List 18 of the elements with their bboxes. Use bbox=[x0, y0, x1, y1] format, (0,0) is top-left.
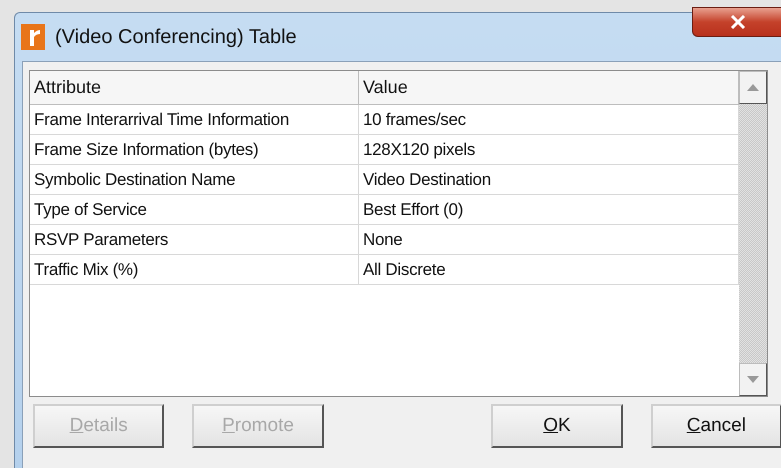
dialog-button[interactable]: OK bbox=[491, 404, 623, 448]
scrollbar[interactable] bbox=[739, 71, 767, 396]
window-title: (Video Conferencing) Table bbox=[55, 26, 297, 48]
attribute-cell: Frame Interarrival Time Information bbox=[30, 105, 359, 134]
up-arrow-icon bbox=[747, 84, 759, 91]
attribute-cell: Type of Service bbox=[30, 195, 359, 224]
attribute-cell: Traffic Mix (%) bbox=[30, 255, 359, 284]
scroll-down-button[interactable] bbox=[739, 363, 767, 396]
dialog-button[interactable]: Cancel bbox=[650, 404, 781, 448]
attribute-cell: Frame Size Information (bytes) bbox=[30, 135, 359, 164]
down-arrow-icon bbox=[747, 376, 759, 383]
attribute-cell: Symbolic Destination Name bbox=[30, 165, 359, 194]
scroll-up-button[interactable] bbox=[739, 71, 767, 104]
column-header[interactable]: Attribute bbox=[30, 71, 359, 104]
close-icon bbox=[730, 15, 746, 29]
attribute-cell: RSVP Parameters bbox=[30, 225, 359, 254]
close-button[interactable] bbox=[692, 7, 781, 37]
app-icon bbox=[21, 24, 45, 50]
